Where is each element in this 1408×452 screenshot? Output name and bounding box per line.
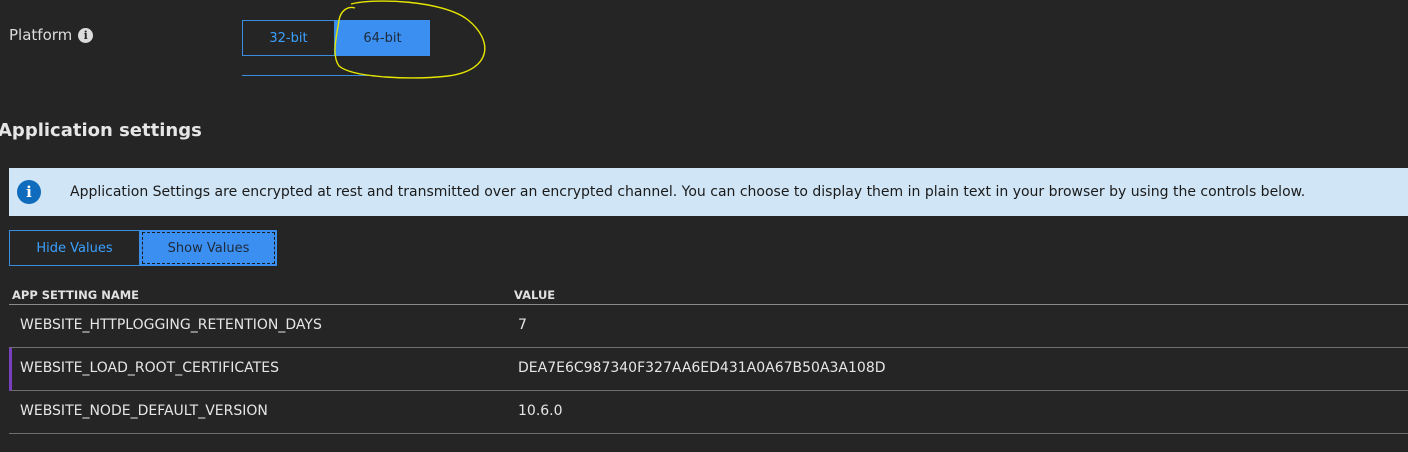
hide-values-button[interactable]: Hide Values: [9, 230, 140, 266]
banner-text: Application Settings are encrypted at re…: [70, 184, 1306, 200]
annotation-circle: [334, 0, 486, 79]
platform-label-group: Platform i: [9, 26, 94, 44]
table-row[interactable]: WEBSITE_HTTPLOGGING_RETENTION_DAYS 7: [9, 305, 1408, 348]
values-toggle: Hide Values Show Values: [9, 230, 277, 266]
setting-name: WEBSITE_LOAD_ROOT_CERTIFICATES: [20, 360, 279, 376]
setting-value: 7: [518, 317, 527, 333]
table-row[interactable]: WEBSITE_NODE_DEFAULT_VERSION 10.6.0: [9, 391, 1408, 434]
column-header-value[interactable]: VALUE: [514, 288, 555, 302]
platform-32bit-button[interactable]: 32-bit: [242, 20, 335, 56]
section-title: Application settings: [0, 120, 202, 141]
platform-label: Platform: [9, 26, 73, 44]
info-icon[interactable]: i: [78, 27, 94, 43]
show-values-button[interactable]: Show Values: [140, 230, 277, 266]
info-banner: i Application Settings are encrypted at …: [9, 168, 1408, 216]
column-header-name[interactable]: APP SETTING NAME: [12, 288, 139, 302]
setting-name: WEBSITE_HTTPLOGGING_RETENTION_DAYS: [20, 317, 322, 333]
info-icon: i: [17, 180, 41, 204]
setting-value: 10.6.0: [518, 403, 563, 419]
setting-name: WEBSITE_NODE_DEFAULT_VERSION: [20, 403, 268, 419]
setting-value: DEA7E6C987340F327AA6ED431A0A67B50A3A108D: [518, 360, 886, 376]
table-row[interactable]: WEBSITE_LOAD_ROOT_CERTIFICATES DEA7E6C98…: [9, 348, 1408, 391]
